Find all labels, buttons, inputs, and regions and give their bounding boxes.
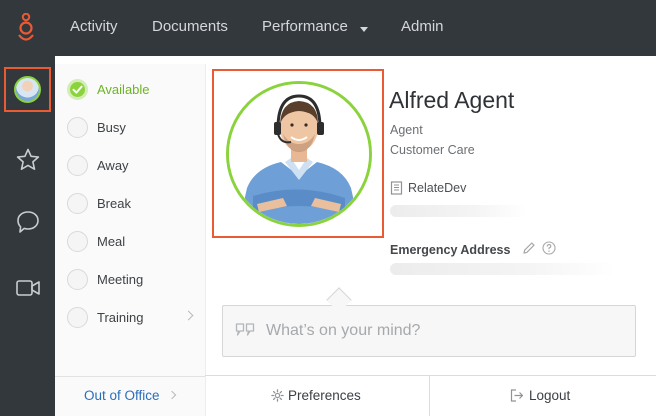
nav-admin[interactable]: Admin — [401, 18, 444, 35]
status-message-input[interactable] — [266, 318, 626, 344]
status-radio — [67, 117, 88, 138]
redacted-emergency-address — [390, 263, 615, 275]
out-of-office-button[interactable]: Out of Office — [55, 376, 205, 416]
building-icon — [390, 181, 403, 195]
pencil-edit-icon[interactable] — [522, 241, 536, 255]
status-label: Busy — [97, 120, 126, 135]
status-label: Meal — [97, 234, 126, 249]
chevron-down-icon[interactable] — [360, 27, 368, 32]
preferences-label: Preferences — [288, 388, 361, 403]
agent-avatar-icon — [14, 76, 41, 103]
agent-avatar-button[interactable] — [4, 67, 51, 112]
status-item-busy[interactable]: Busy — [55, 112, 205, 144]
status-item-meal[interactable]: Meal — [55, 226, 205, 258]
status-label: Available — [97, 82, 150, 97]
presence-status-list: Available Busy Away Break Meal Meeting T… — [55, 64, 205, 376]
logout-icon — [510, 389, 524, 402]
agent-name: Alfred Agent — [389, 87, 515, 113]
checkmark-icon — [72, 85, 83, 94]
preferences-button[interactable]: Preferences — [206, 376, 429, 416]
organization-name: RelateDev — [408, 181, 467, 195]
status-label: Break — [97, 196, 131, 211]
nav-performance[interactable]: Performance — [262, 18, 348, 35]
status-item-break[interactable]: Break — [55, 188, 205, 220]
gear-icon — [271, 389, 284, 402]
help-question-icon[interactable] — [542, 241, 556, 255]
emergency-address-label: Emergency Address — [390, 243, 511, 257]
status-radio — [67, 155, 88, 176]
quote-icon — [235, 323, 255, 336]
top-navigation-bar: Activity Documents Performance Admin — [0, 0, 656, 56]
status-item-training[interactable]: Training — [55, 302, 205, 334]
agent-portrait-image — [229, 84, 369, 224]
profile-photo — [226, 81, 372, 227]
agent-department: Customer Care — [390, 143, 475, 157]
status-label: Training — [97, 310, 144, 325]
status-radio — [67, 193, 88, 214]
out-of-office-label: Out of Office — [84, 388, 160, 403]
status-item-meeting[interactable]: Meeting — [55, 264, 205, 296]
agent-title: Agent — [390, 123, 423, 137]
status-radio — [67, 269, 88, 290]
profile-photo-frame[interactable] — [212, 69, 384, 238]
star-icon[interactable] — [15, 147, 41, 173]
status-item-away[interactable]: Away — [55, 150, 205, 182]
status-radio — [67, 231, 88, 252]
icon-rail — [0, 56, 55, 416]
genesys-logo-icon[interactable] — [15, 13, 37, 45]
logout-button[interactable]: Logout — [430, 376, 656, 416]
logout-label: Logout — [529, 388, 571, 403]
status-radio — [67, 307, 88, 328]
redacted-contact-info — [390, 205, 528, 217]
chevron-right-icon — [167, 390, 177, 400]
panel-divider — [205, 64, 206, 416]
chat-bubble-icon[interactable] — [15, 209, 41, 235]
status-label: Meeting — [97, 272, 144, 287]
status-label: Away — [97, 158, 129, 173]
nav-documents[interactable]: Documents — [152, 18, 228, 35]
chevron-right-icon — [183, 310, 194, 321]
nav-activity[interactable]: Activity — [70, 18, 118, 35]
video-camera-icon[interactable] — [15, 275, 41, 301]
status-radio — [67, 79, 88, 100]
status-item-available[interactable]: Available — [55, 74, 205, 106]
